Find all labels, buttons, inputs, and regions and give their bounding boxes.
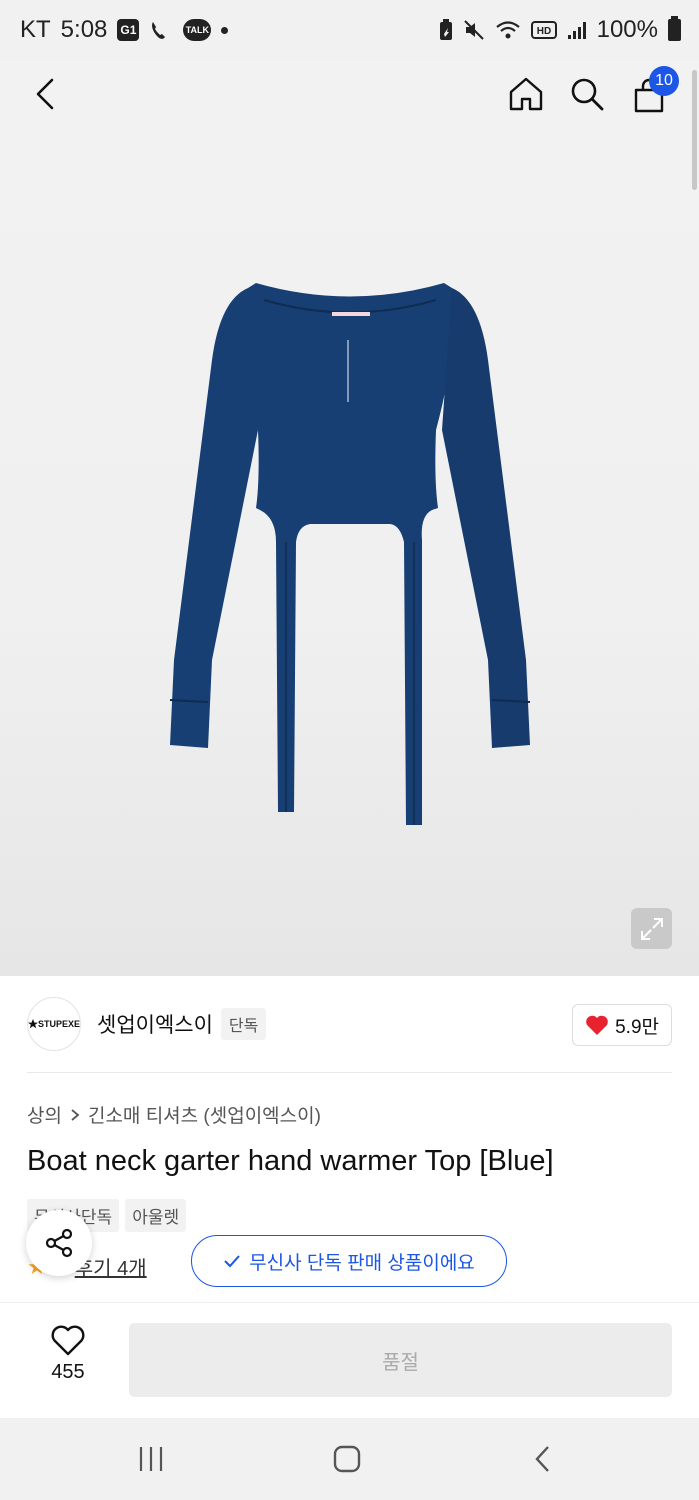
brand-like-count: 5.9만 [615,1016,659,1038]
kakaotalk-icon: TALK [183,19,212,41]
hd-voice-icon: HD [530,20,557,40]
svg-text:HD: HD [536,26,550,37]
brand-name[interactable]: 셋업이엑스이 [97,1009,213,1039]
check-icon [224,1255,240,1268]
back-system-button[interactable] [513,1440,573,1478]
whowho-icon [149,19,173,41]
breadcrumb: 상의 긴소매 티셔츠 (셋업이엑스이) [27,1101,321,1128]
battery-percent: 100% [596,16,658,43]
star-logo-icon [28,1019,38,1029]
brand-row[interactable]: STUPEXE 셋업이엑스이 단독 5.9만 [27,997,672,1051]
wifi-icon [495,19,521,41]
home-button[interactable] [502,70,550,118]
expand-image-button[interactable] [631,908,672,949]
breadcrumb-item-subcategory[interactable]: 긴소매 티셔츠 (셋업이엑스이) [88,1101,321,1128]
share-button[interactable] [26,1210,92,1276]
share-icon [45,1228,73,1258]
search-icon [571,78,604,111]
wishlist-button[interactable]: 455 [28,1325,108,1395]
signal-icon [567,20,587,40]
mute-icon [463,19,485,41]
top-nav: 10 [0,62,699,126]
battery-icon [668,16,681,41]
exclusive-sale-label: 무신사 단독 판매 상품이에요 [249,1252,475,1274]
chevron-left-icon [36,78,54,110]
status-bar: KT 5:08 G1 TALK HD 100% [0,0,699,62]
cart-button[interactable]: 10 [625,66,679,120]
battery-saver-icon [439,19,453,41]
heart-outline-icon [51,1325,85,1356]
recent-apps-button[interactable] [121,1440,181,1478]
carrier-label: KT [20,16,51,43]
sold-out-button[interactable]: 품절 [129,1323,672,1397]
brand-like-button[interactable]: 5.9만 [572,1004,672,1046]
back-button[interactable] [22,70,70,118]
brand-logo[interactable]: STUPEXE [27,997,81,1051]
home-icon [509,77,543,111]
product-title: Boat neck garter hand warmer Top [Blue] [27,1145,554,1177]
expand-icon [640,917,663,940]
more-notifications-dot [221,26,229,34]
product-photo [169,283,531,825]
g1-icon: G1 [117,19,140,41]
home-system-button[interactable] [317,1440,377,1478]
divider [27,1072,672,1073]
heart-filled-icon [586,1015,608,1035]
breadcrumb-item-category[interactable]: 상의 [27,1101,62,1128]
tag-outlet: 아울렛 [125,1199,187,1232]
exclusive-sale-pill[interactable]: 무신사 단독 판매 상품이에요 [191,1235,507,1287]
wishlist-count: 455 [51,1361,85,1383]
recent-apps-icon [139,1447,163,1471]
search-button[interactable] [563,70,611,118]
chevron-right-icon [71,1108,80,1121]
status-left: KT 5:08 G1 TALK [20,16,229,44]
status-right: HD 100% [439,16,681,44]
brand-logo-text: STUPEXE [37,1019,80,1029]
home-square-icon [333,1445,361,1473]
exclusive-badge: 단독 [220,1008,267,1040]
clock: 5:08 [60,16,108,43]
cart-count-badge: 10 [649,66,679,96]
back-arrow-icon [535,1446,549,1472]
